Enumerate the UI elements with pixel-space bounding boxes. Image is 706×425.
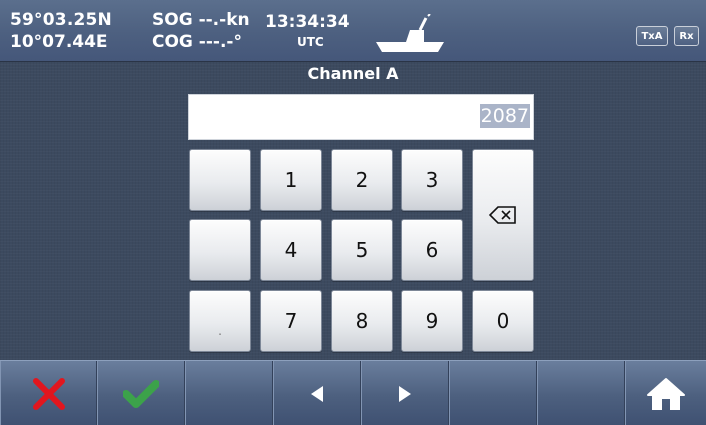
arrow-right-icon	[399, 385, 411, 402]
confirm-icon	[123, 379, 159, 408]
arrow-left-icon	[311, 385, 323, 402]
screen: 59°03.25N 10°07.44E SOG --.-kn COG ---.-…	[0, 0, 706, 425]
decimal-key[interactable]: .	[189, 290, 251, 352]
key-5[interactable]: 5	[331, 219, 393, 281]
ship-icon	[376, 14, 444, 52]
key-0[interactable]: 0	[472, 290, 534, 352]
key-4[interactable]: 4	[260, 219, 322, 281]
blank-key-2[interactable]	[189, 219, 251, 281]
confirm-button[interactable]	[97, 361, 185, 425]
backspace-icon	[489, 206, 516, 224]
cursor-left-button[interactable]	[273, 361, 361, 425]
cancel-icon	[32, 377, 65, 410]
key-7[interactable]: 7	[260, 290, 322, 352]
latitude: 59°03.25N	[10, 10, 112, 30]
rx-indicator[interactable]: Rx	[674, 26, 699, 46]
cursor-right-button[interactable]	[361, 361, 449, 425]
speed-over-ground: SOG --.-kn	[152, 10, 250, 30]
cancel-button[interactable]	[0, 361, 97, 425]
clock-timezone: UTC	[297, 35, 324, 49]
key-3[interactable]: 3	[401, 149, 463, 211]
key-2[interactable]: 2	[331, 149, 393, 211]
backspace-button[interactable]	[472, 149, 534, 281]
entry-value: 2087	[479, 104, 530, 128]
decimal-label: .	[218, 324, 222, 338]
course-over-ground: COG ---.-°	[152, 32, 242, 52]
home-icon	[647, 377, 685, 410]
toolbar-empty-button-3[interactable]	[537, 361, 625, 425]
toolbar-empty-button-2[interactable]	[449, 361, 537, 425]
key-8[interactable]: 8	[331, 290, 393, 352]
key-6[interactable]: 6	[401, 219, 463, 281]
longitude: 10°07.44E	[10, 32, 108, 52]
channel-entry-field[interactable]: 2087	[188, 94, 534, 140]
blank-key-1[interactable]	[189, 149, 251, 211]
clock-time: 13:34:34	[265, 12, 350, 32]
key-1[interactable]: 1	[260, 149, 322, 211]
bottom-toolbar	[0, 360, 706, 425]
status-bar: 59°03.25N 10°07.44E SOG --.-kn COG ---.-…	[0, 0, 706, 62]
dialog-title: Channel A	[307, 64, 399, 83]
key-9[interactable]: 9	[401, 290, 463, 352]
toolbar-empty-button-1[interactable]	[185, 361, 273, 425]
home-button[interactable]	[625, 361, 706, 425]
txa-indicator[interactable]: TxA	[636, 26, 668, 46]
